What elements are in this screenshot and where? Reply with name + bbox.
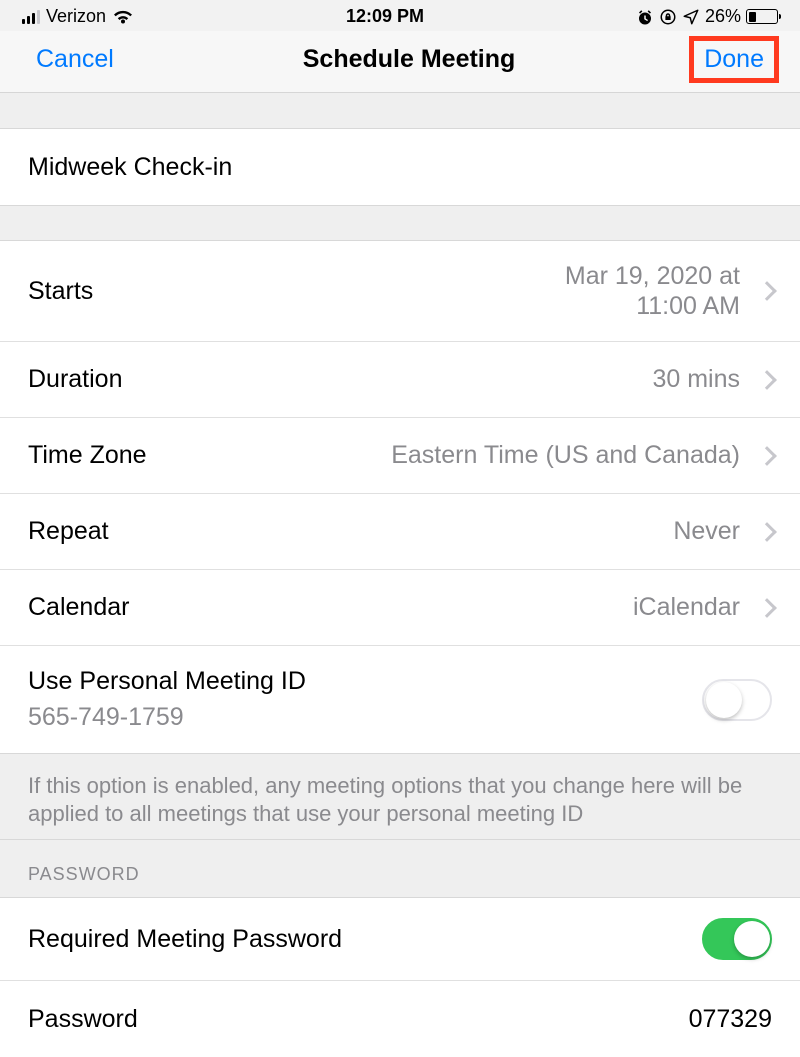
timezone-label: Time Zone — [28, 441, 147, 470]
calendar-label: Calendar — [28, 593, 129, 622]
wifi-icon — [112, 9, 134, 25]
starts-value-line2: 11:00 AM — [636, 291, 740, 321]
meeting-title-input[interactable] — [28, 153, 772, 182]
calendar-row[interactable]: Calendar iCalendar — [0, 570, 800, 646]
status-bar: Verizon 12:09 PM 26% — [0, 0, 800, 31]
done-button[interactable]: Done — [704, 45, 764, 74]
starts-label: Starts — [28, 277, 93, 306]
require-password-label: Required Meeting Password — [28, 925, 342, 954]
nav-bar: Cancel Schedule Meeting Done — [0, 31, 800, 93]
chevron-right-icon — [757, 522, 777, 542]
spacer — [0, 205, 800, 241]
status-left: Verizon — [22, 6, 134, 27]
password-section-header: PASSWORD — [0, 840, 800, 898]
carrier-label: Verizon — [46, 6, 106, 27]
duration-row[interactable]: Duration 30 mins — [0, 342, 800, 418]
password-section: Required Meeting Password Password 07732… — [0, 898, 800, 1057]
duration-label: Duration — [28, 365, 123, 394]
orientation-lock-icon — [659, 8, 677, 26]
pmi-id-value: 565-749-1759 — [28, 702, 306, 733]
repeat-row[interactable]: Repeat Never — [0, 494, 800, 570]
battery-pct-label: 26% — [705, 6, 741, 27]
starts-row[interactable]: Starts Mar 19, 2020 at 11:00 AM — [0, 241, 800, 342]
cancel-button[interactable]: Cancel — [36, 45, 114, 74]
pmi-row: Use Personal Meeting ID 565-749-1759 — [0, 646, 800, 753]
battery-icon — [746, 9, 778, 24]
starts-value-line1: Mar 19, 2020 at — [565, 261, 740, 291]
done-highlight: Done — [689, 36, 779, 83]
repeat-label: Repeat — [28, 517, 109, 546]
repeat-value: Never — [673, 517, 740, 546]
title-row[interactable] — [0, 129, 800, 205]
schedule-section: Starts Mar 19, 2020 at 11:00 AM Duration… — [0, 241, 800, 753]
page-title: Schedule Meeting — [303, 45, 516, 74]
location-icon — [682, 8, 700, 26]
status-right: 26% — [636, 6, 778, 27]
signal-icon — [22, 10, 40, 24]
screen: Verizon 12:09 PM 26% Cancel Schedule Mee… — [0, 0, 800, 1057]
chevron-right-icon — [757, 446, 777, 466]
require-password-row: Required Meeting Password — [0, 898, 800, 981]
pmi-note: If this option is enabled, any meeting o… — [0, 753, 800, 840]
chevron-right-icon — [757, 598, 777, 618]
password-label: Password — [28, 1005, 138, 1034]
chevron-right-icon — [757, 281, 777, 301]
calendar-value: iCalendar — [633, 593, 740, 622]
password-value: 077329 — [689, 1005, 772, 1034]
alarm-icon — [636, 8, 654, 26]
pmi-label: Use Personal Meeting ID — [28, 666, 306, 697]
chevron-right-icon — [757, 370, 777, 390]
duration-value: 30 mins — [652, 365, 740, 394]
timezone-row[interactable]: Time Zone Eastern Time (US and Canada) — [0, 418, 800, 494]
require-password-toggle[interactable] — [702, 918, 772, 960]
pmi-toggle[interactable] — [702, 679, 772, 721]
title-section — [0, 129, 800, 205]
password-row[interactable]: Password 077329 — [0, 981, 800, 1057]
spacer — [0, 93, 800, 129]
timezone-value: Eastern Time (US and Canada) — [391, 441, 740, 470]
clock-label: 12:09 PM — [346, 6, 424, 27]
